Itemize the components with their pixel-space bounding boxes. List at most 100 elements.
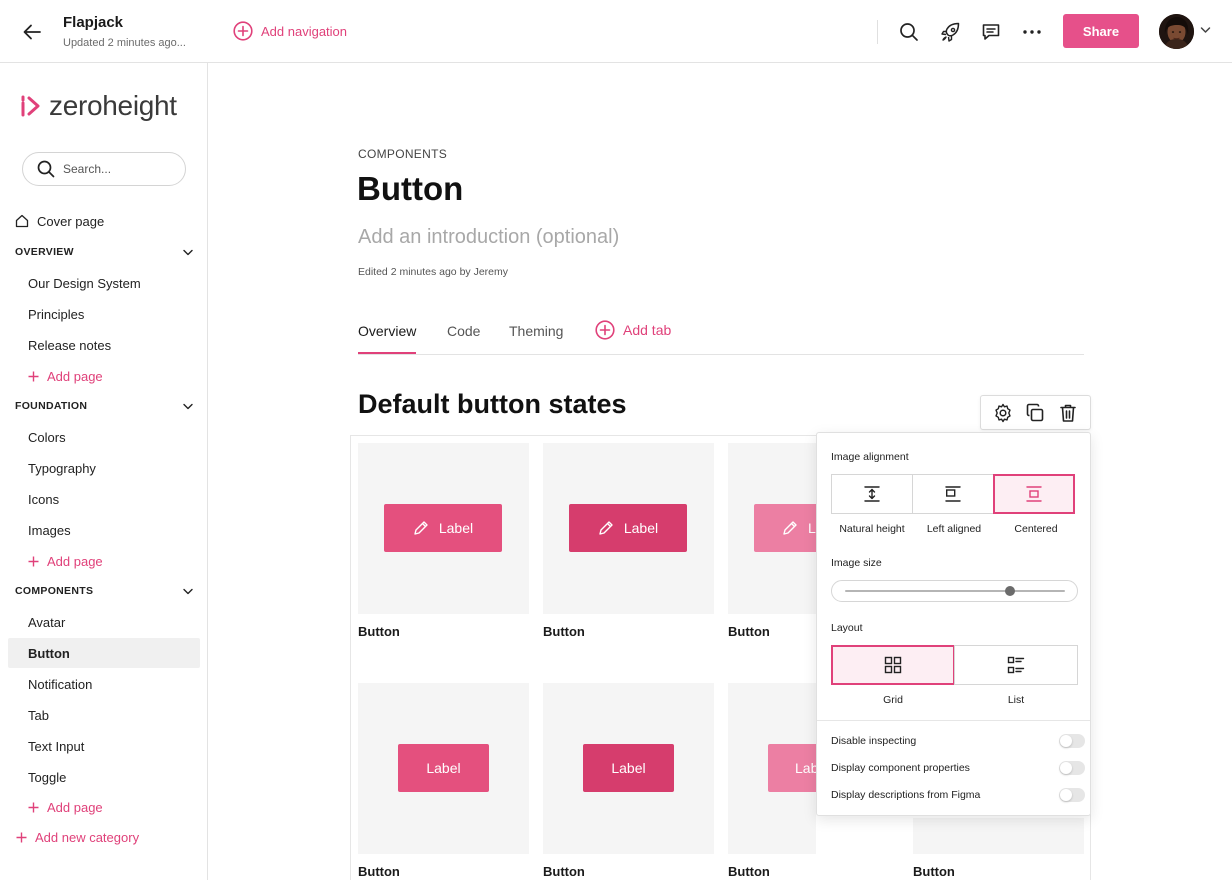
layout-group <box>831 645 1078 685</box>
search-box[interactable] <box>22 152 186 186</box>
align-centered-caption: Centered <box>1014 523 1058 535</box>
display-component-properties-toggle[interactable] <box>1059 761 1085 775</box>
disable-inspecting-toggle[interactable] <box>1059 734 1085 748</box>
image-settings-panel: Image alignment Natural height Left alig… <box>816 432 1091 816</box>
toolbar-divider <box>877 20 878 44</box>
chevron-down-icon[interactable] <box>1200 26 1211 34</box>
add-page-button[interactable]: Add page <box>8 546 200 576</box>
slider-thumb[interactable] <box>1005 586 1015 596</box>
sidebar-item-cover-page[interactable]: Cover page <box>8 206 200 236</box>
left-aligned-icon <box>945 486 961 502</box>
label-button: Label <box>768 744 816 792</box>
share-button[interactable]: Share <box>1063 14 1139 48</box>
page-title[interactable]: Button <box>357 170 463 208</box>
add-new-category-button[interactable]: Add new category <box>16 830 139 845</box>
rocket-icon[interactable] <box>937 19 963 45</box>
tile-caption: Button <box>543 864 585 879</box>
add-tab-label: Add tab <box>623 322 672 338</box>
back-arrow-icon[interactable] <box>18 18 46 46</box>
tab-overview[interactable]: Overview <box>358 323 417 354</box>
component-tile[interactable]: Label <box>543 683 714 854</box>
duplicate-icon[interactable] <box>1023 401 1047 425</box>
add-page-label: Add page <box>47 553 103 569</box>
sidebar-item-images[interactable]: Images <box>8 515 200 545</box>
sidebar-item-tab[interactable]: Tab <box>8 700 200 730</box>
add-new-category-label: Add new category <box>35 830 140 845</box>
tab-theming[interactable]: Theming <box>509 323 563 354</box>
align-centered-option[interactable] <box>993 474 1075 514</box>
sidebar-item-icons[interactable]: Icons <box>8 484 200 514</box>
component-tile[interactable]: Label <box>728 443 816 614</box>
sidebar-item-label: Cover page <box>37 213 105 229</box>
add-page-button[interactable]: Add page <box>8 361 200 391</box>
more-options-icon[interactable] <box>1019 19 1045 45</box>
category-foundation[interactable]: FOUNDATION <box>15 396 193 416</box>
logo-text: zeroheight <box>49 90 177 121</box>
comment-icon[interactable] <box>978 19 1004 45</box>
sidebar-item-our-design-system[interactable]: Our Design System <box>8 268 200 298</box>
toggle-row-component-properties: Display component properties <box>831 760 1085 776</box>
sidebar-item-colors[interactable]: Colors <box>8 422 200 452</box>
toggle-row-figma-descriptions: Display descriptions from Figma <box>831 787 1085 803</box>
layout-list-option[interactable] <box>954 645 1078 685</box>
demo-button-label: Label <box>426 760 461 776</box>
image-alignment-label: Image alignment <box>831 451 909 463</box>
component-tile[interactable]: Label <box>358 683 529 854</box>
sidebar-item-text-input[interactable]: Text Input <box>8 731 200 761</box>
align-natural-height-option[interactable] <box>831 474 913 514</box>
category-components[interactable]: COMPONENTS <box>15 581 193 601</box>
introduction-placeholder[interactable]: Add an introduction (optional) <box>358 226 619 249</box>
top-bar: Flapjack Updated 2 minutes ago... Add na… <box>0 0 1232 63</box>
label-button-with-icon: Label <box>754 504 816 552</box>
add-page-label: Add page <box>47 368 103 384</box>
sidebar-item-principles[interactable]: Principles <box>8 299 200 329</box>
plus-icon <box>28 802 39 812</box>
component-tile[interactable] <box>913 818 1084 854</box>
align-left-caption: Left aligned <box>926 523 982 535</box>
component-tile[interactable]: Label <box>358 443 529 614</box>
layout-grid-option[interactable] <box>831 645 955 685</box>
toggle-label: Display descriptions from Figma <box>831 789 981 801</box>
demo-button-label: Label <box>611 760 646 776</box>
toggle-label: Disable inspecting <box>831 735 917 747</box>
sidebar-item-release-notes[interactable]: Release notes <box>8 330 200 360</box>
centered-icon <box>1026 486 1042 502</box>
label-button: Label <box>583 744 674 792</box>
sidebar-item-avatar[interactable]: Avatar <box>8 607 200 637</box>
align-left-option[interactable] <box>912 474 994 514</box>
settings-gear-icon[interactable] <box>991 401 1015 425</box>
add-tab-button[interactable]: Add tab <box>595 320 671 351</box>
zeroheight-logo[interactable]: zeroheight <box>21 90 177 122</box>
toggle-row-disable-inspecting: Disable inspecting <box>831 733 1085 749</box>
demo-button-label: Label <box>623 520 659 536</box>
tile-caption: Button <box>728 864 770 879</box>
image-size-slider[interactable] <box>831 580 1078 602</box>
label-button-with-icon: Label <box>569 504 687 552</box>
component-tile[interactable]: Label <box>543 443 714 614</box>
sidebar-item-button[interactable]: Button <box>8 638 200 668</box>
display-figma-descriptions-toggle[interactable] <box>1059 788 1085 802</box>
tab-code[interactable]: Code <box>447 323 480 354</box>
component-tile[interactable]: Label <box>728 683 816 854</box>
category-overview[interactable]: OVERVIEW <box>15 242 193 262</box>
search-input[interactable] <box>63 162 173 176</box>
add-navigation-button[interactable]: Add navigation <box>233 21 347 41</box>
grid-icon <box>884 656 902 674</box>
project-title[interactable]: Flapjack <box>63 14 123 31</box>
sidebar-item-typography[interactable]: Typography <box>8 453 200 483</box>
sidebar-item-toggle[interactable]: Toggle <box>8 762 200 792</box>
add-page-button[interactable]: Add page <box>8 792 200 822</box>
demo-button-label: Label <box>795 760 816 776</box>
search-icon[interactable] <box>896 19 922 45</box>
section-title[interactable]: Default button states <box>358 389 627 420</box>
page-eyebrow: COMPONENTS <box>358 147 448 161</box>
block-toolbar <box>980 395 1091 430</box>
tile-caption: Button <box>728 624 770 639</box>
layout-list-caption: List <box>1007 694 1025 706</box>
plus-icon <box>28 556 39 566</box>
user-avatar[interactable] <box>1159 14 1194 49</box>
image-size-label: Image size <box>831 557 882 569</box>
demo-button-label: Label <box>438 520 474 536</box>
sidebar-item-notification[interactable]: Notification <box>8 669 200 699</box>
trash-icon[interactable] <box>1056 401 1080 425</box>
